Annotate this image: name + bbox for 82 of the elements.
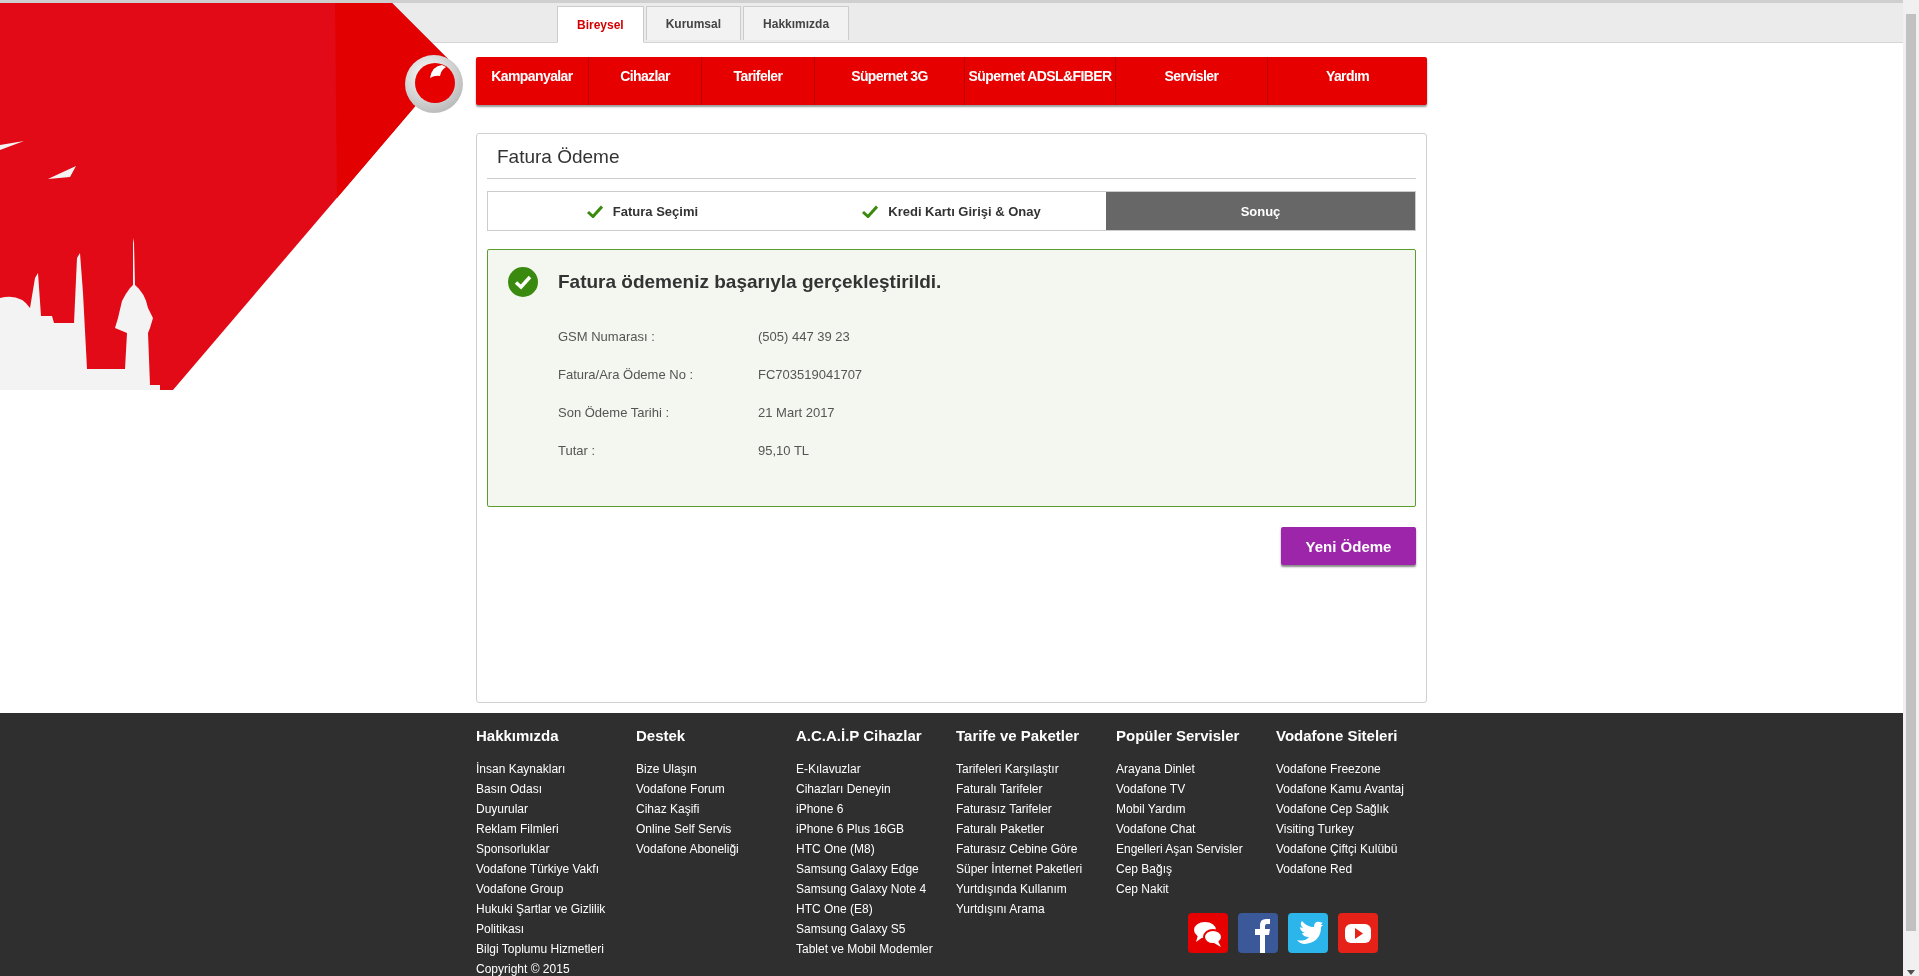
nav-link[interactable]: Süpernet ADSL&FIBER	[965, 57, 1116, 105]
footer-link[interactable]: Vodafone Aboneliği	[636, 839, 786, 859]
check-icon	[586, 204, 603, 218]
footer-link[interactable]: Vodafone TV	[1116, 779, 1266, 799]
detail-label: Fatura/Ara Ödeme No :	[558, 366, 695, 382]
footer-link[interactable]: Vodafone Freezone	[1276, 759, 1426, 779]
footer-link[interactable]: Engelleri Aşan Servisler	[1116, 839, 1266, 859]
site-tab[interactable]: Hakkımızda	[743, 6, 850, 40]
footer-heading: Destek	[636, 726, 686, 746]
footer-link[interactable]: Cep Nakit	[1116, 879, 1266, 899]
play-button-icon[interactable]	[1338, 913, 1378, 953]
footer-link[interactable]: Samsung Galaxy Edge	[796, 859, 946, 879]
footer-link[interactable]: Hukuki Şartlar ve Gizlilik Politikası	[476, 899, 626, 939]
detail-value: FC703519041707	[758, 366, 863, 382]
footer-link[interactable]: Basın Odası	[476, 779, 626, 799]
detail-label: Tutar :	[558, 442, 597, 458]
nav-link[interactable]: Servisler	[1116, 57, 1268, 105]
detail-value: 21 Mart 2017	[758, 404, 835, 420]
detail-value: 95,10 TL	[758, 442, 810, 458]
footer-link[interactable]: Vodafone Türkiye Vakfı	[476, 859, 626, 879]
nav-link[interactable]: Tarifeler	[702, 57, 815, 105]
step-item: Sonuç	[1106, 192, 1415, 230]
footer-link[interactable]: Duyurular	[476, 799, 626, 819]
footer-heading: A.C.A.İ.P Cihazlar	[796, 726, 922, 746]
footer-link[interactable]: Faturalı Tarifeler	[956, 779, 1106, 799]
footer-heading: Popüler Servisler	[1116, 726, 1240, 746]
footer-link[interactable]: Faturasız Tarifeler	[956, 799, 1106, 819]
site-tab[interactable]: Bireysel	[557, 6, 644, 43]
footer-link[interactable]: Bilgi Toplumu Hizmetleri	[476, 939, 626, 959]
footer-link[interactable]: Bize Ulaşın	[636, 759, 786, 779]
nav-link[interactable]: Cihazlar	[589, 57, 702, 105]
footer-link[interactable]: İnsan Kaynakları	[476, 759, 626, 779]
success-message: Fatura ödemeniz başarıyla gerçekleştirildi.	[558, 271, 942, 293]
footer-link[interactable]: Mobil Yardım	[1116, 799, 1266, 819]
footer-link[interactable]: Faturasız Cebine Göre	[956, 839, 1106, 859]
detail-label: GSM Numarası :	[558, 328, 656, 344]
footer-heading: Tarife ve Paketler	[956, 726, 1080, 746]
nav-link[interactable]: Yardım	[1268, 57, 1427, 105]
footer-link[interactable]: Cihazları Deneyin	[796, 779, 946, 799]
check-circle-icon	[508, 267, 538, 297]
footer-link[interactable]: Süper İnternet Paketleri	[956, 859, 1106, 879]
site-tab[interactable]: Kurumsal	[645, 6, 742, 40]
footer-heading: Hakkımızda	[476, 726, 559, 746]
footer-link[interactable]: Vodafone Group	[476, 879, 626, 899]
footer-link[interactable]: Cihaz Kaşifi	[636, 799, 786, 819]
footer-heading: Vodafone Siteleri	[1276, 726, 1398, 746]
footer-link[interactable]: Reklam Filmleri	[476, 819, 626, 839]
footer-link[interactable]: Vodafone Kamu Avantaj	[1276, 779, 1426, 799]
logo-icon[interactable]	[404, 54, 464, 114]
footer-link[interactable]: HTC One (M8)	[796, 839, 946, 859]
scrollbar[interactable]	[1903, 0, 1919, 976]
footer-link[interactable]: Online Self Servis	[636, 819, 786, 839]
nav-link[interactable]: Süpernet 3G	[815, 57, 965, 105]
footer-link[interactable]: Yurtdışını Arama	[956, 899, 1106, 919]
card-title: Fatura Ödeme	[487, 134, 1416, 179]
footer-link[interactable]: HTC One (E8)	[796, 899, 946, 919]
footer-link[interactable]: iPhone 6	[796, 799, 946, 819]
footer-link[interactable]: Sponsorluklar	[476, 839, 626, 859]
footer-link[interactable]: Samsung Galaxy S5	[796, 919, 946, 939]
chat-bubbles-icon[interactable]	[1188, 913, 1228, 953]
check-icon	[862, 204, 879, 218]
footer-link[interactable]: Cep Bağış	[1116, 859, 1266, 879]
new-payment-button[interactable]: Yeni Ödeme	[1281, 527, 1416, 565]
footer-link[interactable]: E-Kılavuzlar	[796, 759, 946, 779]
copyright-text: Copyright © 2015	[476, 961, 571, 976]
footer-link[interactable]: Samsung Galaxy Note 4	[796, 879, 946, 899]
footer-link[interactable]: Vodafone Çiftçi Kulübü	[1276, 839, 1426, 859]
footer-link[interactable]: Tarifeleri Karşılaştır	[956, 759, 1106, 779]
detail-label: Son Ödeme Tarihi :	[558, 404, 671, 420]
footer-link[interactable]: Arayana Dinlet	[1116, 759, 1266, 779]
footer-link[interactable]: Tablet ve Mobil Modemler	[796, 939, 946, 959]
footer-link[interactable]: Faturalı Paketler	[956, 819, 1106, 839]
detail-value: (505) 447 39 23	[758, 328, 850, 344]
footer-link[interactable]: iPhone 6 Plus 16GB	[796, 819, 946, 839]
footer-link[interactable]: Vodafone Cep Sağlık	[1276, 799, 1426, 819]
footer-link[interactable]: Yurtdışında Kullanım	[956, 879, 1106, 899]
footer-link[interactable]: Visiting Turkey	[1276, 819, 1426, 839]
nav-link[interactable]: Kampanyalar	[476, 57, 589, 105]
footer-link[interactable]: Vodafone Forum	[636, 779, 786, 799]
footer-link[interactable]: Vodafone Chat	[1116, 819, 1266, 839]
footer-link[interactable]: Vodafone Red	[1276, 859, 1426, 879]
f-logo-icon[interactable]	[1238, 913, 1278, 953]
